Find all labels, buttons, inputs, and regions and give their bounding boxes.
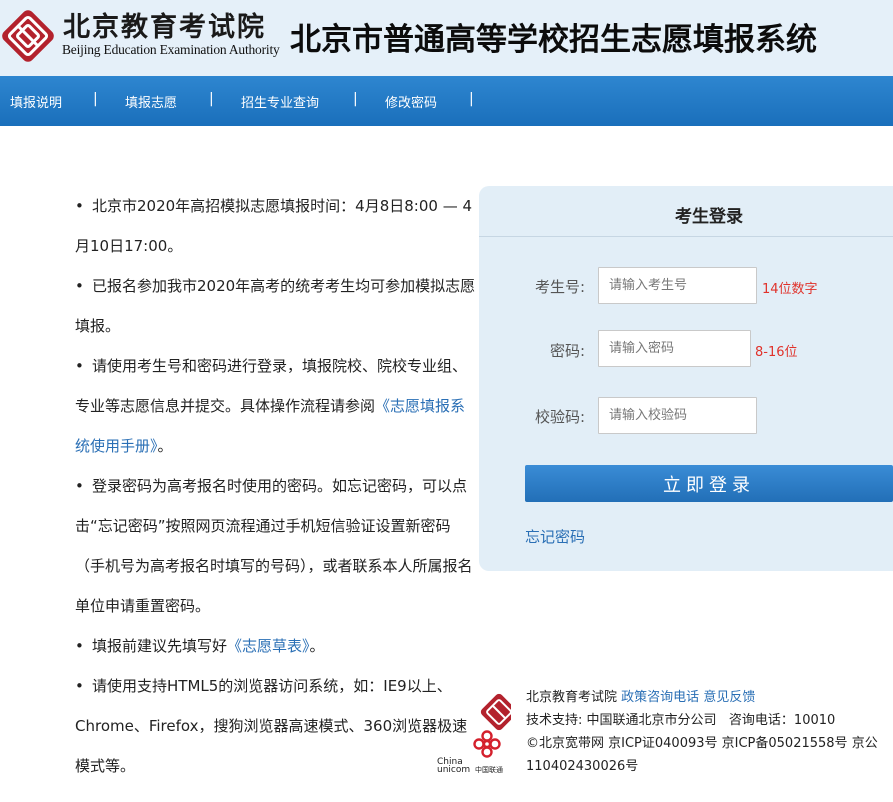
logo-chinese-name: 北京教育考试院 xyxy=(63,12,266,43)
nav-item-instructions[interactable]: 填报说明 xyxy=(10,92,62,111)
beijing-exam-logo-icon xyxy=(2,10,54,62)
nav-item-fill-choices[interactable]: 填报志愿 xyxy=(125,92,177,111)
notice-item: • 请使用支持HTML5的浏览器访问系统，如：IE9以上、Chrome、Firef… xyxy=(75,677,468,775)
notice-item: • 请使用考生号和密码进行登录，填报院校、院校专业组、专业等志愿信息并提交。具体操… xyxy=(75,357,468,455)
login-title: 考生登录 xyxy=(675,207,743,227)
footer-line-1: 北京教育考试院 政策咨询电话 意见反馈 xyxy=(526,690,756,705)
login-divider xyxy=(479,236,893,237)
notice-item: • 北京市2020年高招模拟志愿填报时间：4月8日8:00 — 4月10日17:0… xyxy=(75,197,473,255)
notice-item: • 填报前建议先填写好《志愿草表》。 xyxy=(75,637,325,655)
exam-number-hint: 14位数字 xyxy=(762,282,818,297)
notice-item: • 登录密码为高考报名时使用的密码。如忘记密码，可以点击“忘记密码”按照网页流程通… xyxy=(75,477,473,615)
nav-separator: | xyxy=(93,91,98,107)
svg-text:中国联通: 中国联通 xyxy=(475,765,503,774)
page-header: 北京教育考试院 Beijing Education Examination Au… xyxy=(0,0,893,76)
password-input[interactable] xyxy=(598,330,751,367)
nav-item-major-query[interactable]: 招生专业查询 xyxy=(241,92,319,111)
feedback-link[interactable]: 意见反馈 xyxy=(703,690,755,705)
forgot-password-link[interactable]: 忘记密码 xyxy=(525,526,585,547)
footer-line-2: 技术支持: 中国联通北京市分公司 咨询电话：10010 xyxy=(526,713,836,728)
china-unicom-logo-icon: China unicom 中国联通 xyxy=(437,693,511,774)
top-nav: 填报说明 | 填报志愿 | 招生专业查询 | 修改密码 | xyxy=(0,76,893,126)
nav-item-change-password[interactable]: 修改密码 xyxy=(385,92,437,111)
login-panel: 考生登录 考生号: 14位数字 密码: 8-16位 校验码: 立即登录 忘记密码 xyxy=(479,186,893,571)
footer-line-4: 110402430026号 xyxy=(526,759,639,774)
system-title: 北京市普通高等学校招生志愿填报系统 xyxy=(290,22,817,58)
nav-separator: | xyxy=(469,91,474,107)
notice-item: • 已报名参加我市2020年高考的统考考生均可参加模拟志愿填报。 xyxy=(75,277,476,335)
svg-text:unicom: unicom xyxy=(437,765,470,774)
footer-line-3: ©北京宽带网 京ICP证040093号 京ICP备05021558号 京公 xyxy=(526,736,878,751)
notice-list: • 北京市2020年高招模拟志愿填报时间：4月8日8:00 — 4月10日17:0… xyxy=(75,186,479,786)
nav-separator: | xyxy=(353,91,358,107)
captcha-input[interactable] xyxy=(598,397,757,434)
exam-number-input[interactable] xyxy=(598,267,757,304)
exam-number-label: 考生号: xyxy=(534,278,585,296)
logo-english-name: Beijing Education Examination Authority xyxy=(62,42,280,57)
captcha-label: 校验码: xyxy=(534,408,585,426)
nav-separator: | xyxy=(209,91,214,107)
password-label: 密码: xyxy=(549,342,585,360)
draft-form-link[interactable]: 《志愿草表》 xyxy=(227,637,310,655)
login-button[interactable]: 立即登录 xyxy=(525,465,893,502)
password-hint: 8-16位 xyxy=(755,345,798,360)
footer-info: 北京教育考试院 政策咨询电话 意见反馈 技术支持: 中国联通北京市分公司 咨询电… xyxy=(526,686,878,778)
policy-hotline-link[interactable]: 政策咨询电话 xyxy=(621,690,699,705)
